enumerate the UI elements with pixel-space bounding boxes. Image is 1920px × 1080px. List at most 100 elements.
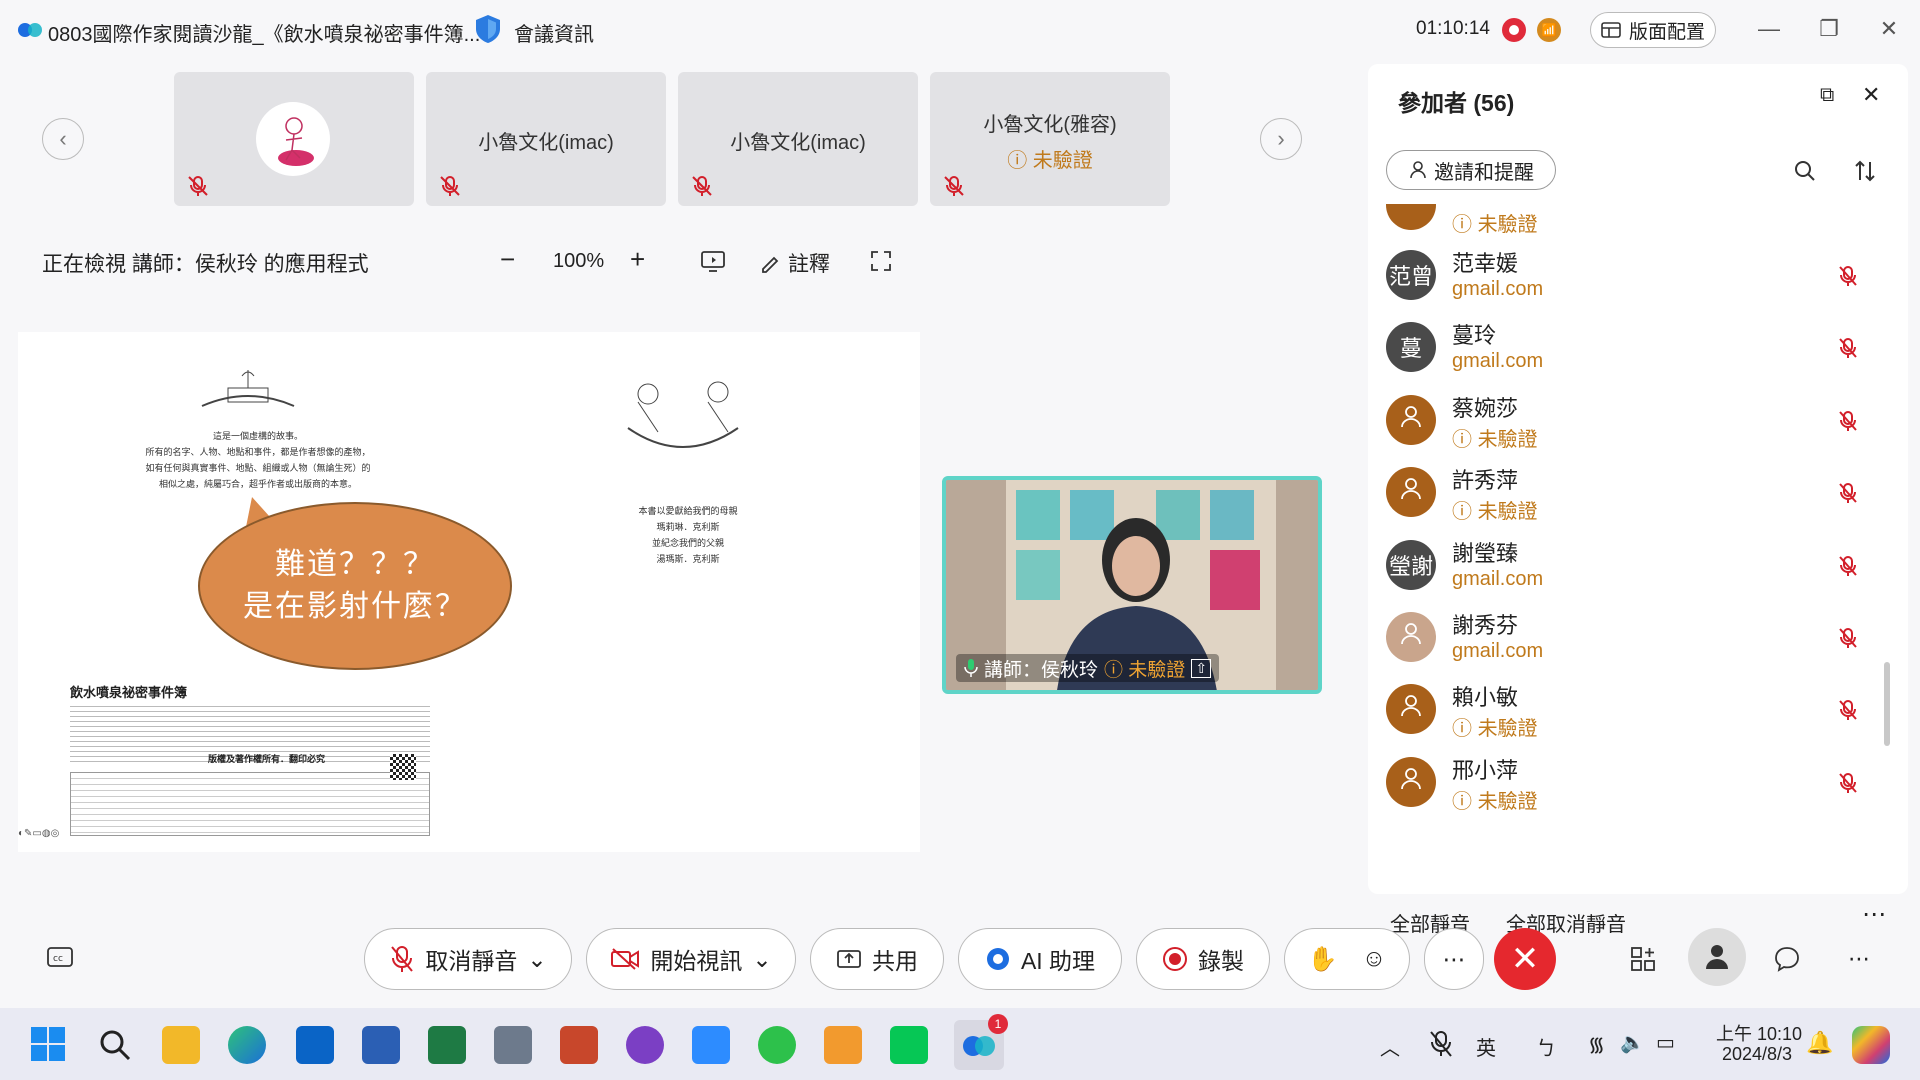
participant-row[interactable]: 蔓 蔓玲 gmail.com	[1386, 312, 1886, 384]
zoom-icon[interactable]	[692, 1026, 730, 1064]
participant-row[interactable]: 賴小敏 ⓘ 未驗證	[1386, 674, 1886, 746]
thumbnail-1[interactable]: 小魯文化(imac)	[426, 72, 666, 206]
mic-muted-icon[interactable]	[1836, 698, 1860, 722]
more-options-button[interactable]: ⋯	[1834, 934, 1884, 984]
dedication-line: 並紀念我們的父親	[651, 539, 724, 549]
mic-muted-icon	[692, 176, 712, 196]
layout-button[interactable]: 版面配置	[1590, 12, 1716, 48]
file-explorer-icon[interactable]	[162, 1026, 200, 1064]
leave-meeting-button[interactable]: ✕	[1494, 928, 1556, 990]
closed-caption-icon[interactable]: cc	[46, 946, 74, 972]
chevron-down-icon[interactable]: ⌄	[527, 946, 546, 973]
participant-row[interactable]: ⓘ 未驗證	[1386, 204, 1886, 242]
drawing-avatar-icon	[278, 117, 314, 166]
media-player-icon[interactable]	[626, 1026, 664, 1064]
search-taskbar-icon[interactable]	[98, 1028, 132, 1062]
next-page-arrow-icon[interactable]: ›	[1260, 118, 1302, 160]
thumbnail-3[interactable]: 小魯文化(雅容) ⓘ 未驗證	[930, 72, 1170, 206]
participant-row[interactable]: 瑩謝 謝瑩臻 gmail.com	[1386, 530, 1886, 602]
thumbnail-2[interactable]: 小魯文化(imac)	[678, 72, 918, 206]
raise-hand-icon[interactable]: ✋	[1308, 945, 1338, 974]
shield-icon[interactable]	[474, 14, 502, 44]
mic-muted-icon[interactable]	[1428, 1030, 1454, 1058]
word-icon[interactable]	[362, 1026, 400, 1064]
mic-muted-icon[interactable]	[1836, 771, 1860, 795]
video-off-icon	[611, 948, 640, 970]
remote-control-icon[interactable]	[700, 248, 726, 274]
line-icon[interactable]	[890, 1026, 928, 1064]
participant-row[interactable]: 范曾 范幸媛 gmail.com	[1386, 240, 1886, 312]
start-video-button[interactable]: 開始視訊 ⌄	[586, 928, 796, 990]
participants-icon	[1706, 945, 1728, 969]
clock-date[interactable]: 2024/8/3	[1722, 1044, 1792, 1065]
popout-icon[interactable]: ⧉	[1820, 84, 1834, 107]
participants-button[interactable]	[1688, 928, 1746, 986]
reaction-icon[interactable]: ☺	[1362, 945, 1387, 973]
info-icon: ⓘ	[1452, 428, 1478, 451]
prev-page-arrow-icon[interactable]: ‹	[42, 118, 84, 160]
participant-row[interactable]: 謝秀芬 gmail.com	[1386, 602, 1886, 674]
volume-icon[interactable]: 🔈	[1620, 1030, 1645, 1055]
battery-icon[interactable]: ▭	[1656, 1030, 1675, 1055]
fullscreen-icon[interactable]	[868, 248, 894, 274]
share-icon	[837, 950, 861, 968]
chevron-down-icon[interactable]: ⌄	[752, 946, 771, 973]
apps-button[interactable]	[1618, 934, 1668, 984]
mic-muted-icon[interactable]	[1836, 409, 1860, 433]
webex-taskbar-icon[interactable]: 1	[954, 1014, 1008, 1070]
participant-row[interactable]: 蔡婉莎 ⓘ 未驗證	[1386, 385, 1886, 457]
notification-bell-icon[interactable]: 🔔	[1806, 1030, 1833, 1056]
windows-start-icon[interactable]	[30, 1026, 66, 1062]
record-button[interactable]: 錄製	[1136, 928, 1270, 990]
wechat-icon[interactable]	[758, 1026, 796, 1064]
zoom-out-button[interactable]: −	[500, 244, 515, 275]
more-options-icon[interactable]: ⋯	[1862, 900, 1887, 929]
mic-muted-icon[interactable]	[1836, 626, 1860, 650]
restore-icon[interactable]: ❐	[1814, 16, 1844, 42]
share-button[interactable]: 共用	[810, 928, 944, 990]
thumbnail-0[interactable]	[174, 72, 414, 206]
participant-scrollbar[interactable]	[1884, 662, 1890, 746]
unmute-button[interactable]: 取消靜音 ⌄	[364, 928, 572, 990]
clock-time[interactable]: 上午 10:10	[1716, 1020, 1802, 1046]
speaker-video[interactable]: 講師：侯秋玲 ⓘ 未驗證 ⇧	[942, 476, 1322, 694]
close-panel-icon[interactable]: ✕	[1862, 82, 1880, 108]
network-signal-icon[interactable]: 📶	[1537, 18, 1561, 42]
sort-icon[interactable]	[1852, 158, 1878, 184]
show-hidden-icons-icon[interactable]: ︿	[1380, 1032, 1400, 1061]
doc-tools-icon[interactable]: ◐✎▭◍◎	[18, 828, 59, 839]
close-window-icon[interactable]: ✕	[1874, 16, 1904, 42]
snipping-tool-icon[interactable]	[494, 1026, 532, 1064]
outlook-icon[interactable]	[296, 1026, 334, 1064]
minimize-icon[interactable]: —	[1754, 16, 1784, 42]
recording-indicator-icon[interactable]	[1502, 18, 1526, 42]
copilot-icon[interactable]	[1852, 1026, 1890, 1064]
chat-button[interactable]	[1762, 934, 1812, 984]
speaker-name: 講師：侯秋玲	[984, 659, 1099, 681]
mic-muted-icon[interactable]	[1836, 264, 1860, 288]
mic-muted-icon[interactable]	[1836, 481, 1860, 505]
meeting-info-link[interactable]: 會議資訊	[514, 18, 594, 47]
ai-assistant-button[interactable]: AI 助理	[958, 928, 1122, 990]
more-button[interactable]: ⋯	[1424, 928, 1484, 990]
participant-rows[interactable]: 范曾 范幸媛 gmail.com 蔓蔓玲 gmail.com 蔡婉莎 ⓘ 未驗證 許秀萍 ⓘ 未…	[1368, 240, 1908, 870]
participant-name: 謝瑩臻	[1452, 540, 1519, 566]
close-icon: ✕	[1510, 940, 1540, 978]
edge-browser-icon[interactable]	[228, 1026, 266, 1064]
zoom-in-button[interactable]: +	[630, 244, 645, 275]
pdf-app-icon[interactable]	[824, 1026, 862, 1064]
powerpoint-icon[interactable]	[560, 1026, 598, 1064]
excel-icon[interactable]	[428, 1026, 466, 1064]
participant-row[interactable]: 邢小萍 ⓘ 未驗證	[1386, 747, 1886, 819]
avatar	[1386, 756, 1436, 807]
ime-mode[interactable]: ㄅ	[1536, 1032, 1556, 1061]
ime-language[interactable]: 英	[1476, 1032, 1496, 1061]
wifi-icon[interactable]: ᯾	[1588, 1030, 1605, 1057]
search-icon[interactable]	[1792, 158, 1818, 184]
participant-row[interactable]: 許秀萍 ⓘ 未驗證	[1386, 457, 1886, 529]
mic-muted-icon[interactable]	[1836, 554, 1860, 578]
invite-button[interactable]: 邀請和提醒	[1386, 150, 1556, 190]
mic-muted-icon[interactable]	[1836, 336, 1860, 360]
record-icon	[1163, 947, 1187, 971]
annotate-button[interactable]: 註釋	[760, 248, 830, 278]
